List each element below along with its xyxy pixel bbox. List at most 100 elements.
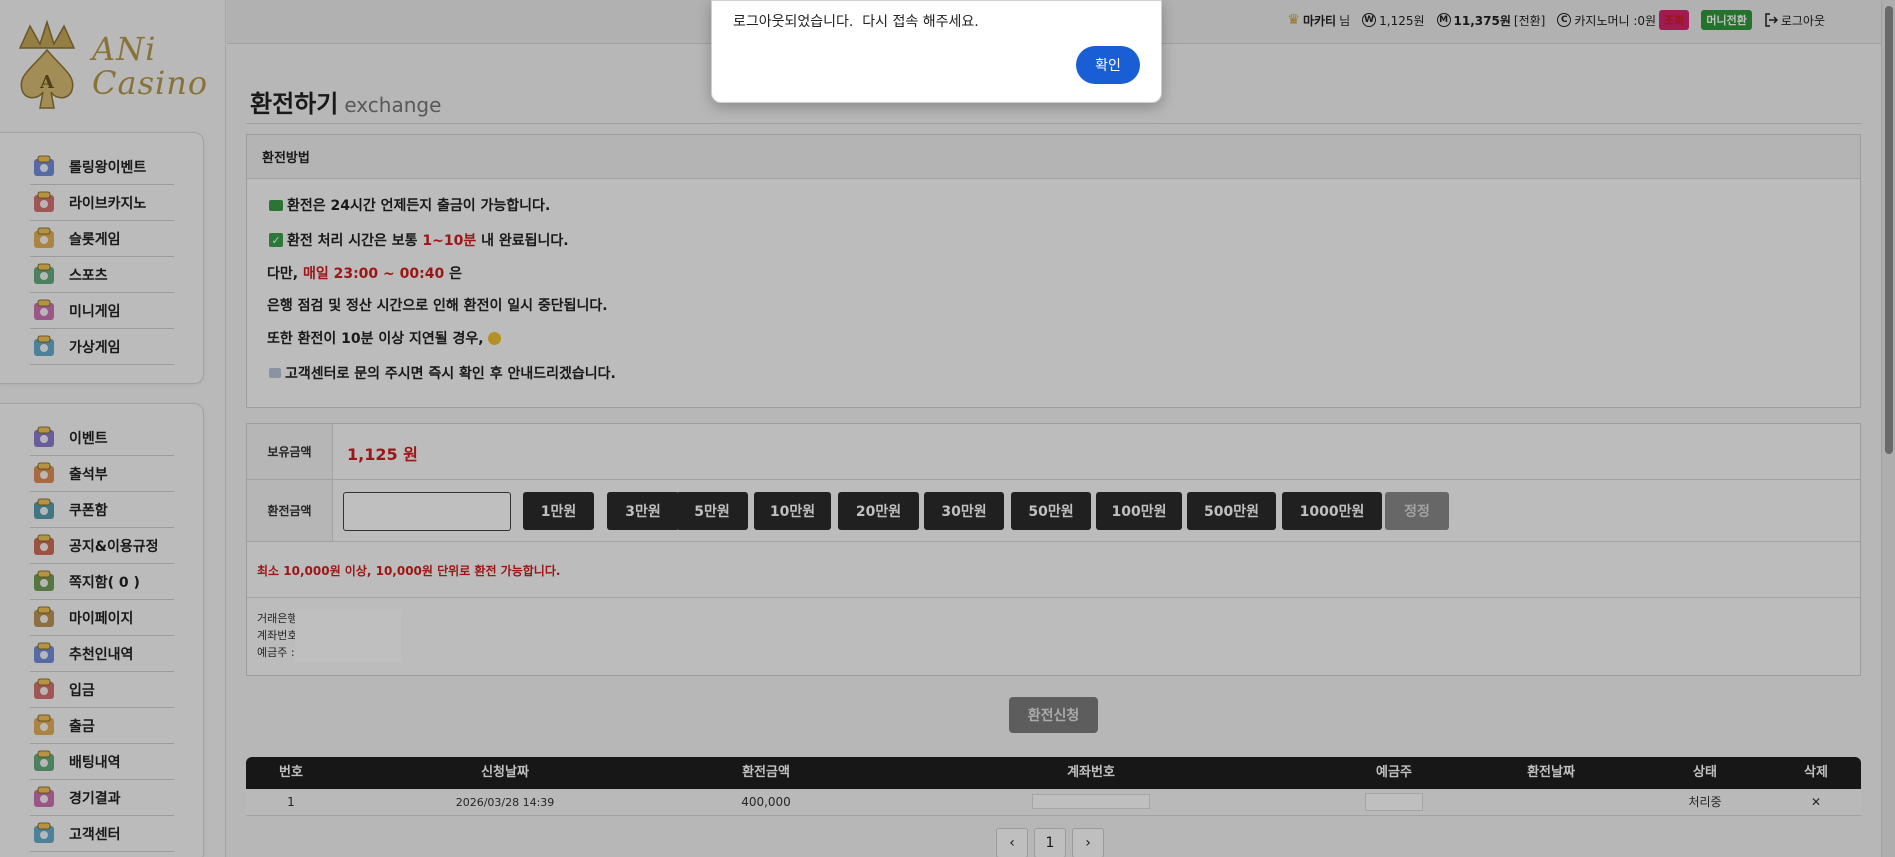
scrollbar-thumb[interactable]: [1885, 6, 1893, 454]
money-emoji-icon: [269, 199, 283, 211]
sidebar-item-11[interactable]: 마이페이지: [30, 600, 174, 636]
amount-chip-button[interactable]: 10만원: [754, 492, 831, 530]
reset-amount-button[interactable]: 정정: [1385, 492, 1449, 530]
alert-message: 로그아웃되었습니다. 다시 접속 해주세요.: [733, 14, 979, 30]
alert-ok-button[interactable]: 확인: [1076, 46, 1140, 84]
table-header-cell: 환전금액: [742, 765, 790, 780]
row-request-date: 2026/03/28 14:39: [455, 796, 555, 809]
sidebar-item-4[interactable]: 미니게임: [30, 293, 174, 329]
sidebar-item-label: 공지&이용규정: [69, 538, 159, 555]
apply-exchange-button[interactable]: 환전신청: [1009, 697, 1098, 733]
sidebar-item-16[interactable]: 경기결과: [30, 780, 174, 816]
won-coin-icon: W: [1362, 13, 1377, 27]
page-title-text: 환전하기: [250, 90, 339, 118]
event-building-icon: [30, 424, 58, 452]
sidebar-item-2[interactable]: 슬롯게임: [30, 221, 174, 257]
amount-chip-button[interactable]: 5만원: [676, 492, 748, 530]
bank-icon: [30, 676, 58, 704]
sidebar-item-0[interactable]: 롤링왕이벤트: [30, 149, 174, 185]
method-line-2-highlight: 1~10분: [422, 233, 477, 249]
money-convert-button[interactable]: 머니전환: [1701, 10, 1752, 30]
row-number: 1: [287, 795, 295, 809]
bar-chart-icon: [30, 784, 58, 812]
method-line-3-pre: 다만,: [267, 266, 303, 282]
sidebar-item-6[interactable]: 이벤트: [30, 420, 174, 456]
prev-page-button[interactable]: ‹: [996, 828, 1028, 857]
balance-value: 1,125 원: [347, 445, 418, 464]
sidebar-item-3[interactable]: 스포츠: [30, 257, 174, 293]
sidebar-item-7[interactable]: 출석부: [30, 456, 174, 492]
row-delete-button[interactable]: ✕: [1811, 789, 1821, 816]
sidebar-item-label: 롤링왕이벤트: [69, 159, 147, 176]
notice-row: 최소 10,000원 이상, 10,000원 단위로 환전 가능합니다.: [247, 542, 1860, 598]
sidebar-item-label: 마이페이지: [69, 610, 134, 627]
table-header-cell: 예금주: [1376, 765, 1412, 780]
slot-machine-icon: [30, 225, 58, 253]
sidebar-item-label: 스포츠: [69, 267, 108, 284]
sidebar-item-13[interactable]: 입금: [30, 672, 174, 708]
method-line-1-text: 환전은 24시간 언제든지 출금이 가능합니다.: [287, 198, 551, 214]
sidebar-item-1[interactable]: 라이브카지노: [30, 185, 174, 221]
row-holder-redaction: [1365, 793, 1423, 811]
sidebar-item-label: 고객센터: [69, 826, 121, 843]
min-amount-notice: 최소 10,000원 이상, 10,000원 단위로 환전 가능합니다.: [257, 564, 561, 578]
next-page-button[interactable]: ›: [1072, 828, 1104, 857]
point-convert-link[interactable]: [전환]: [1514, 12, 1545, 29]
balance-info: W 1,125원: [1362, 12, 1425, 29]
method-line-2: ✓ 환전 처리 시간은 보통 1~10분 내 완료됩니다.: [269, 230, 569, 250]
sidebar-item-10[interactable]: 쪽지함( 0 ): [30, 564, 174, 600]
sidebar-item-label: 쪽지함( 0 ): [69, 574, 140, 591]
sidebar-item-5[interactable]: 가상게임: [30, 329, 174, 365]
sidebar-item-label: 쿠폰함: [69, 502, 108, 519]
sidebar-item-label: 출금: [69, 718, 95, 735]
method-line-6: 고객센터로 문의 주시면 즉시 확인 후 안내드리겠습니다.: [269, 363, 616, 383]
amount-chip-button[interactable]: 30만원: [924, 492, 1004, 530]
table-row: 1 2026/03/28 14:39 400,000 처리중 ✕: [246, 789, 1861, 816]
method-line-4-text: 은행 점검 및 정산 시간으로 인해 환전이 일시 중단됩니다.: [267, 298, 608, 314]
method-line-2-pre: 환전 처리 시간은 보통: [287, 233, 423, 249]
megaphone-emoji-icon: [269, 368, 281, 378]
sidebar-item-label: 슬롯게임: [69, 231, 121, 248]
exchange-form: 보유금액 1,125 원 환전금액 1만원 3만원 5만원 10만원 20만원 30만원 5…: [246, 423, 1861, 676]
username-suffix: 님: [1339, 13, 1351, 28]
pagination: ‹ 1 ›: [996, 828, 1104, 857]
sidebar-item-12[interactable]: 추천인내역: [30, 636, 174, 672]
main-menu: 롤링왕이벤트라이브카지노슬롯게임스포츠미니게임 가상게임: [0, 132, 204, 384]
sidebar-item-17[interactable]: 고객센터: [30, 816, 174, 852]
amount-chip-button[interactable]: 500만원: [1187, 492, 1276, 530]
sidebar-item-15[interactable]: 배팅내역: [30, 744, 174, 780]
trophy-icon: [30, 153, 58, 181]
user-name: ♛ 마카티 님: [1287, 12, 1350, 29]
user-info: ♛ 마카티 님 W 1,125원 M 11,375원 [전환] C 카지노머니 :…: [1287, 10, 1825, 30]
sidebar-item-9[interactable]: 공지&이용규정: [30, 528, 174, 564]
page-subtitle: exchange: [344, 93, 442, 117]
amount-chip-button[interactable]: 50만원: [1011, 492, 1091, 530]
balance-label: 보유금액: [247, 424, 333, 479]
table-header-cell: 신청날짜: [481, 765, 529, 780]
amount-input[interactable]: [343, 492, 511, 531]
method-line-6-text: 고객센터로 문의 주시면 즉시 확인 후 안내드리겠습니다.: [285, 366, 616, 382]
account-menu: 이벤트출석부쿠폰함공지&이용규정쪽지함( 0 ) 마이페이지추천인내역 입금출금배팅…: [0, 403, 204, 857]
check-icon: ✓: [269, 233, 283, 247]
logout-button[interactable]: 로그아웃: [1764, 12, 1825, 29]
amount-chip-button[interactable]: 1만원: [523, 492, 594, 530]
method-line-4: 은행 점검 및 정산 시간으로 인해 환전이 일시 중단됩니다.: [267, 295, 608, 315]
site-logo[interactable]: A ANi Casino: [10, 18, 210, 118]
sidebar-item-14[interactable]: 출금: [30, 708, 174, 744]
lookup-button[interactable]: 조회: [1659, 10, 1690, 30]
sidebar-item-8[interactable]: 쿠폰함: [30, 492, 174, 528]
table-header-cell: 삭제: [1804, 765, 1828, 780]
amount-chip-button[interactable]: 3만원: [607, 492, 679, 530]
amount-chip-button[interactable]: 100만원: [1096, 492, 1182, 530]
balance-row: 보유금액 1,125 원: [247, 424, 1860, 480]
amount-chip-button[interactable]: 1000만원: [1282, 492, 1382, 530]
crown-icon: ♛: [1287, 12, 1300, 28]
table-header-cell: 번호: [279, 765, 303, 780]
amount-chip-button[interactable]: 20만원: [838, 492, 919, 530]
page-1-button[interactable]: 1: [1034, 828, 1066, 857]
sidebar-item-label: 출석부: [69, 466, 108, 483]
svg-text:A: A: [39, 72, 55, 93]
bank-info-redaction: [295, 610, 401, 661]
coupon-icon: [30, 496, 58, 524]
page-scrollbar[interactable]: [1881, 0, 1895, 857]
